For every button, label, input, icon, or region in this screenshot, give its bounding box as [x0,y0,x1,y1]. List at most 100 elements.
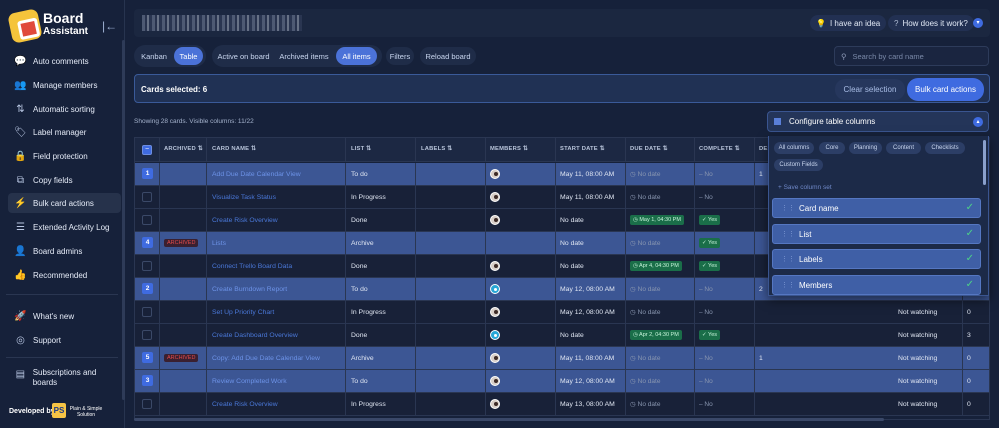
due-date[interactable]: ◷ No date [630,285,660,293]
due-date-badge[interactable]: ◷ Apr 2, 04:30 PM [630,330,682,340]
column-tab-checklists[interactable]: Checklists [925,142,965,154]
card-name-link[interactable]: Lists [212,232,342,254]
sidebar-item-bulk-card-actions[interactable]: ⚡ Bulk card actions [8,193,121,213]
due-date[interactable]: ◷ No date [630,354,660,362]
sidebar-item-label-manager[interactable]: 🏷 Label manager [8,122,121,142]
labels-cell[interactable] [421,347,483,369]
check-icon[interactable]: ✓ [966,202,974,213]
col-labels[interactable]: LABELS ⇅ [421,146,452,152]
row-select-checkbox[interactable] [142,215,152,225]
member-avatar[interactable] [490,169,500,179]
column-tab-core[interactable]: Core [819,142,845,154]
bulk-card-actions-button[interactable]: Bulk card actions [907,78,984,101]
reload-board-button[interactable]: Reload board [420,47,476,65]
col-start-date[interactable]: START DATE ⇅ [560,146,605,152]
save-column-set-link[interactable]: + Save column set [778,184,832,191]
card-name-link[interactable]: Create Dashboard Overview [212,324,342,346]
drag-handle-icon[interactable]: ⋮⋮ [781,230,795,238]
how-it-works-button[interactable]: ? How does it work? [888,15,974,31]
complete-no[interactable]: – No [699,286,713,293]
check-icon[interactable]: ✓ [966,253,974,264]
complete-no[interactable]: – No [699,401,713,408]
table-row[interactable]: 3 Review Completed Work To do May 12, 08… [135,370,989,393]
plain-simple-logo[interactable]: PS [52,403,66,418]
due-date-badge[interactable]: ◷ May 1, 04:30 PM [630,215,684,225]
search-input[interactable]: ⚲ Search by card name [834,46,989,66]
sidebar-item-manage-members[interactable]: 👥 Manage members [8,75,121,95]
sidebar-item-field-protection[interactable]: 🔒 Field protection [8,146,121,166]
sidebar-item-board-admins[interactable]: 👤 Board admins [8,241,121,261]
row-select-checkbox[interactable] [142,307,152,317]
due-date[interactable]: ◷ No date [630,239,660,247]
labels-cell[interactable] [421,370,483,392]
column-option-card-name[interactable]: ⋮⋮ Card name ✓ [772,198,981,218]
sidebar-scrollbar[interactable] [122,40,125,400]
check-icon[interactable]: ✓ [966,279,974,290]
card-name-link[interactable]: Set Up Priority Chart [212,301,342,323]
table-row[interactable]: Create Risk Overview In Progress May 13,… [135,393,989,416]
member-avatar[interactable] [490,284,500,294]
member-avatar[interactable] [490,307,500,317]
labels-cell[interactable] [421,324,483,346]
tab-table[interactable]: Table [174,47,203,65]
card-name-link[interactable]: Create Risk Overview [212,393,342,415]
card-name-link[interactable]: Review Completed Work [212,370,342,392]
card-name-link[interactable]: Visualize Task Status [212,186,342,208]
due-date[interactable]: ◷ No date [630,400,660,408]
card-name-link[interactable]: Create Burndown Report [212,278,342,300]
column-option-list[interactable]: ⋮⋮ List ✓ [772,224,981,244]
due-date-badge[interactable]: ◷ Apr 4, 04:30 PM [630,261,682,271]
row-select-checkbox[interactable] [142,330,152,340]
complete-no[interactable]: – No [699,378,713,385]
row-select-checkbox[interactable]: 1 [142,168,153,179]
card-name-link[interactable]: Add Due Date Calendar View [212,163,342,185]
complete-no[interactable]: – No [699,309,713,316]
row-select-checkbox[interactable]: 5 [142,352,153,363]
labels-cell[interactable] [421,301,483,323]
sidebar-item-what-s-new[interactable]: 🚀 What's new [8,306,121,326]
sidebar-item-automatic-sorting[interactable]: ⇅ Automatic sorting [8,99,121,119]
row-select-checkbox[interactable]: 4 [142,237,153,248]
column-tab-planning[interactable]: Planning [849,142,882,154]
select-all-checkbox[interactable]: − [142,145,152,155]
idea-button[interactable]: 💡 I have an idea [810,15,887,31]
clear-selection-button[interactable]: Clear selection [835,79,905,100]
due-date[interactable]: ◷ No date [630,193,660,201]
sidebar-item-support[interactable]: ◎ Support [8,330,121,350]
labels-cell[interactable] [421,255,483,277]
collapse-sidebar-icon[interactable]: |← [102,19,117,33]
sidebar-item-auto-comments[interactable]: 💬 Auto comments [8,51,121,71]
column-tab-all[interactable]: All columns [774,142,814,154]
sidebar-item-copy-fields[interactable]: ⧉ Copy fields [8,170,121,190]
col-card-name[interactable]: CARD NAME ⇅ [212,146,256,152]
table-row[interactable]: 5 ARCHIVED Copy: Add Due Date Calendar V… [135,347,989,370]
filter-all-items[interactable]: All items [336,47,377,65]
labels-cell[interactable] [421,232,483,254]
member-avatar[interactable] [490,261,500,271]
complete-no[interactable]: – No [699,355,713,362]
labels-cell[interactable] [421,278,483,300]
row-select-checkbox[interactable] [142,399,152,409]
col-members[interactable]: MEMBERS ⇅ [490,146,528,152]
labels-cell[interactable] [421,186,483,208]
row-select-checkbox[interactable]: 2 [142,283,153,294]
row-select-checkbox[interactable]: 3 [142,375,153,386]
member-avatar[interactable] [490,192,500,202]
table-row[interactable]: Create Dashboard Overview Done No date ◷… [135,324,989,347]
col-due-date[interactable]: DUE DATE ⇅ [630,146,668,152]
col-archived[interactable]: ARCHIVED ⇅ [164,146,203,152]
header-menu-chevron-icon[interactable]: ▾ [973,18,983,28]
complete-no[interactable]: – No [699,194,713,201]
sidebar-item-extended-activity-log[interactable]: ☰ Extended Activity Log [8,217,121,237]
filter-active-on-board[interactable]: Active on board [215,47,272,65]
labels-cell[interactable] [421,163,483,185]
member-avatar[interactable] [490,330,500,340]
complete-no[interactable]: – No [699,171,713,178]
complete-yes-badge[interactable]: ✓ Yes [699,238,721,248]
column-option-labels[interactable]: ⋮⋮ Labels ✓ [772,249,981,269]
card-name-link[interactable]: Copy: Add Due Date Calendar View [212,347,342,369]
card-name-link[interactable]: Create Risk Overview [212,209,342,231]
configure-columns-button[interactable]: Configure table columns ▴ [767,111,989,132]
table-horizontal-scrollbar[interactable] [134,418,884,421]
row-select-checkbox[interactable] [142,261,152,271]
